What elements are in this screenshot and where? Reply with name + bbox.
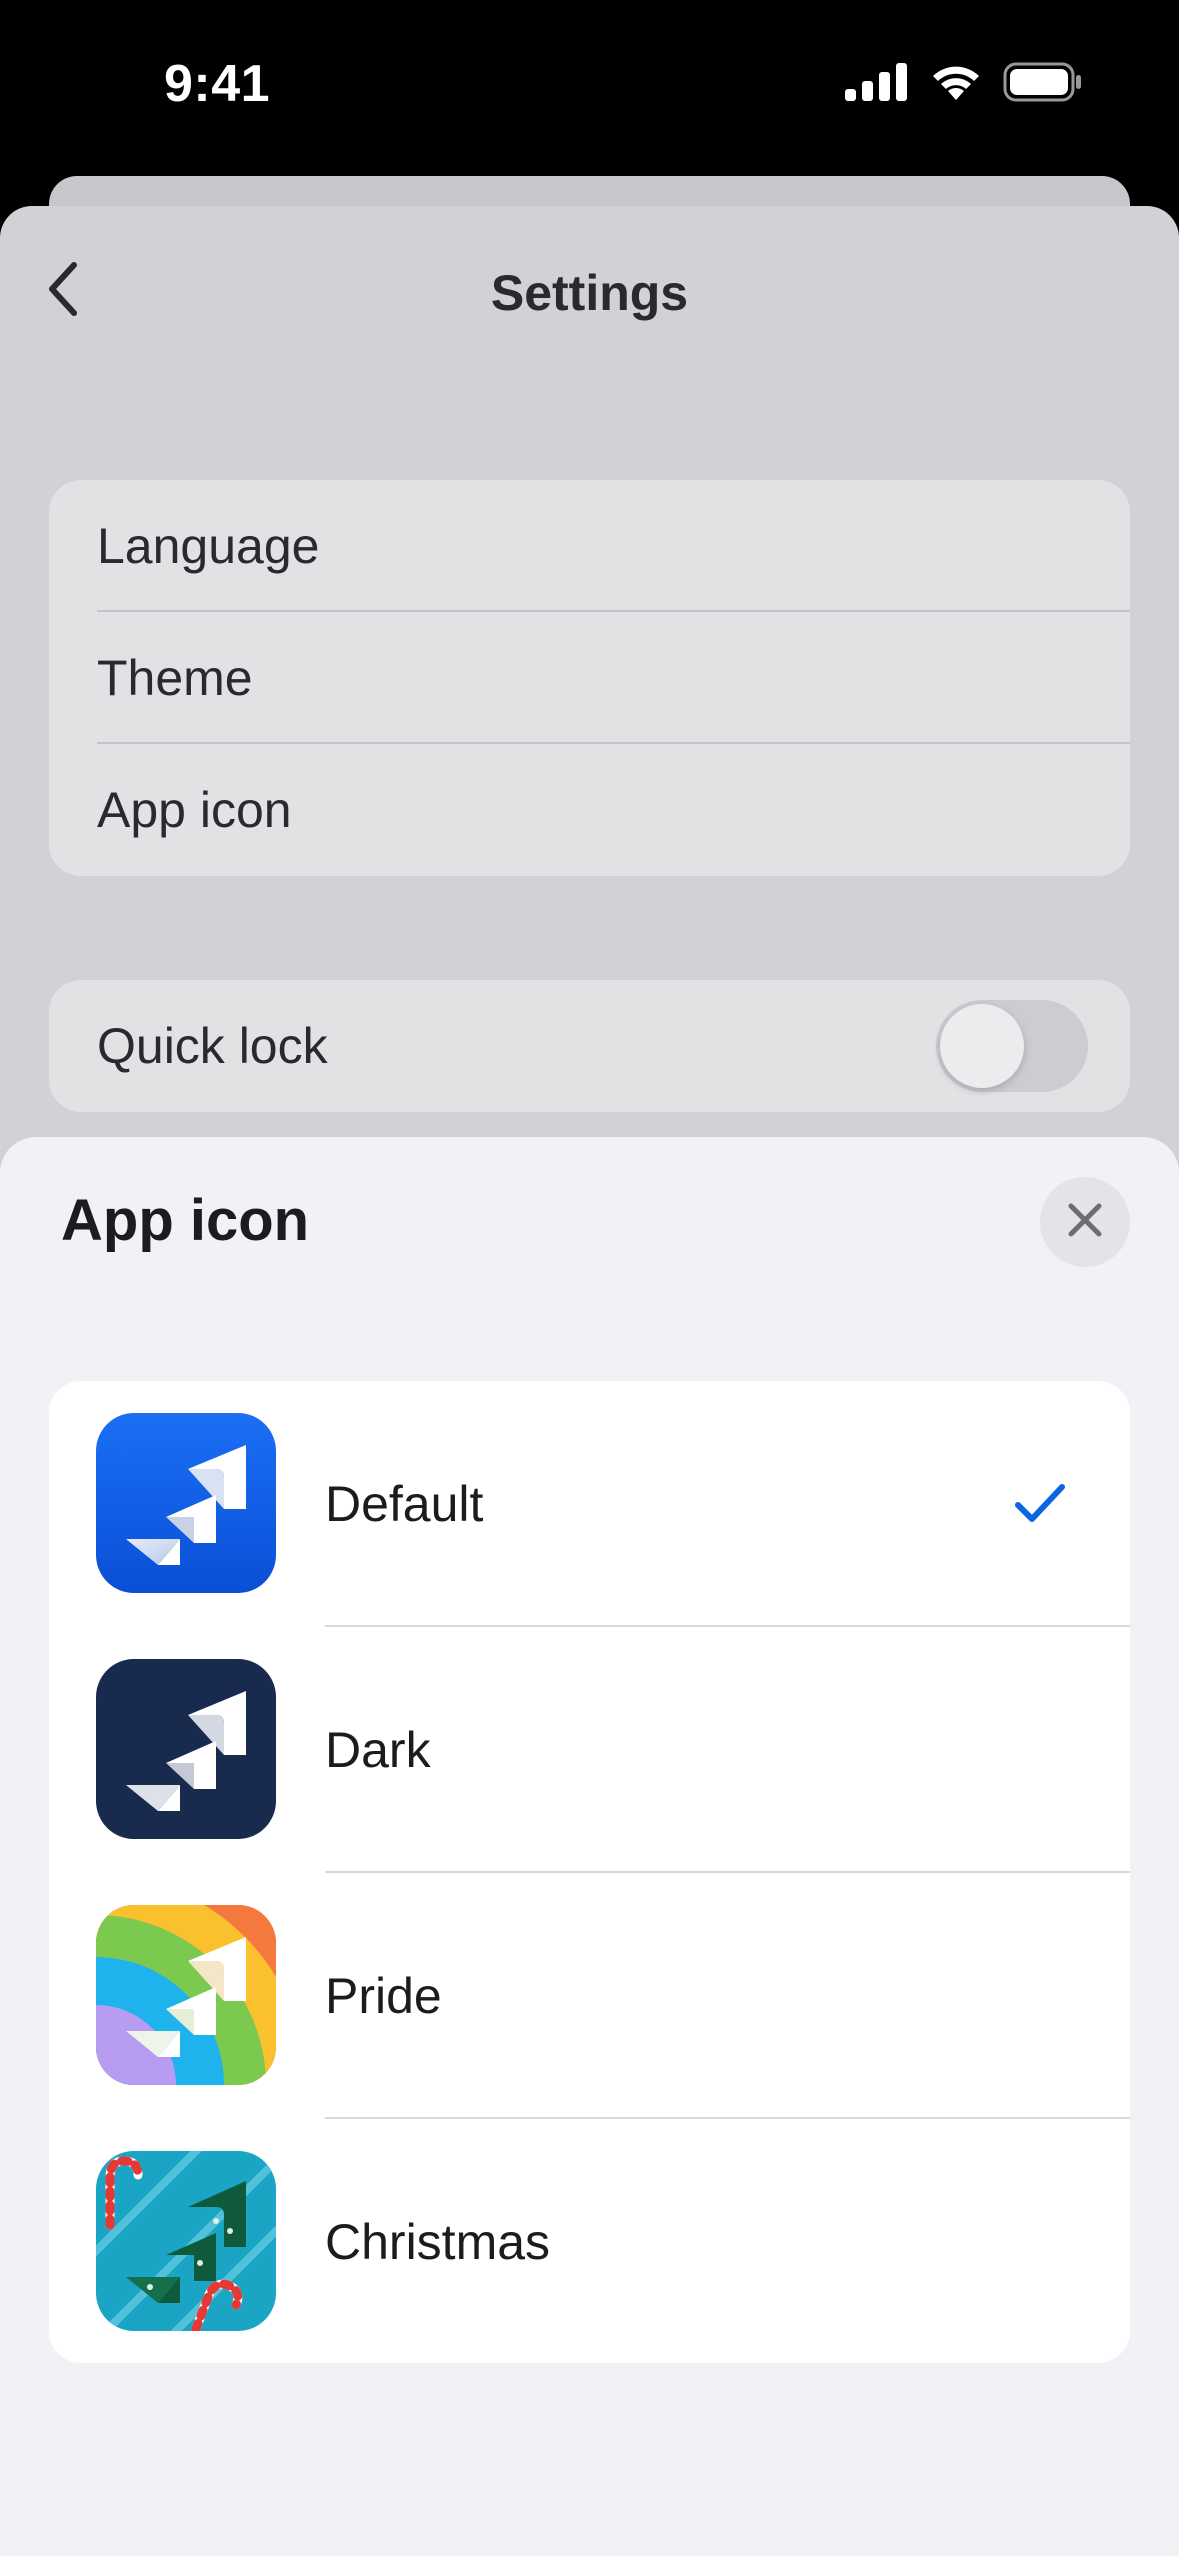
christmas-app-icon bbox=[96, 2151, 276, 2331]
app-icon-option-label: Pride bbox=[325, 1968, 442, 2024]
app-icon-option-default[interactable]: Default bbox=[49, 1381, 1130, 1627]
app-icon-option-dark[interactable]: Dark bbox=[49, 1627, 1130, 1873]
close-x-icon bbox=[1065, 1200, 1105, 1245]
settings-item-label: Language bbox=[97, 518, 320, 574]
sheet-title: App icon bbox=[61, 1188, 310, 1253]
status-bar: 9:41 bbox=[0, 0, 1179, 175]
dark-app-icon bbox=[96, 1659, 276, 1839]
settings-item-theme[interactable]: Theme bbox=[49, 612, 1130, 744]
app-icon-list: Default Dark Pride Christmas bbox=[49, 1381, 1130, 2363]
settings-group-security: Quick lock bbox=[49, 980, 1130, 1112]
checkmark-icon bbox=[1012, 1479, 1068, 1529]
app-icon-option-label: Default bbox=[325, 1476, 484, 1532]
phone-screen: 9:41 Settings Language Theme App icon Qu… bbox=[0, 0, 1179, 2556]
settings-item-label: Theme bbox=[97, 650, 253, 706]
status-icons bbox=[845, 62, 1083, 107]
battery-icon bbox=[1003, 62, 1083, 107]
status-time: 9:41 bbox=[164, 55, 271, 113]
pride-app-icon bbox=[96, 1905, 276, 2085]
wifi-icon bbox=[929, 62, 983, 107]
close-button[interactable] bbox=[1040, 1177, 1130, 1267]
settings-item-language[interactable]: Language bbox=[49, 480, 1130, 612]
cellular-signal-icon bbox=[845, 63, 909, 106]
settings-item-quick-lock: Quick lock bbox=[49, 980, 1130, 1112]
default-app-icon bbox=[96, 1413, 276, 1593]
app-icon-option-pride[interactable]: Pride bbox=[49, 1873, 1130, 2119]
page-title: Settings bbox=[490, 265, 689, 321]
settings-group-appearance: Language Theme App icon bbox=[49, 480, 1130, 876]
app-icon-sheet: App icon Default Dark Pride Christmas bbox=[0, 1137, 1179, 2556]
settings-item-label: App icon bbox=[97, 782, 292, 838]
settings-nav-bar: Settings bbox=[0, 206, 1179, 376]
app-icon-option-christmas[interactable]: Christmas bbox=[49, 2119, 1130, 2363]
settings-item-label: Quick lock bbox=[97, 1018, 328, 1074]
app-icon-option-label: Dark bbox=[325, 1722, 431, 1778]
settings-item-app-icon[interactable]: App icon bbox=[49, 744, 1130, 876]
toggle-knob bbox=[940, 1004, 1024, 1088]
quick-lock-toggle[interactable] bbox=[936, 1000, 1088, 1092]
app-icon-option-label: Christmas bbox=[325, 2214, 551, 2270]
